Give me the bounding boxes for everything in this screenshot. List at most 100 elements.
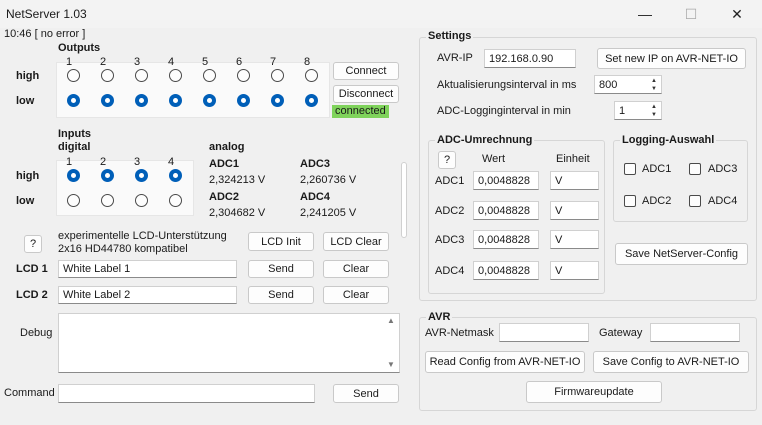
logging-heading: Logging-Auswahl <box>620 134 717 146</box>
log-adc1-label: ADC1 <box>642 163 672 175</box>
adc-log-interval-spinner[interactable]: ▲ ▼ <box>648 103 660 119</box>
outputs-high-label: high <box>16 70 40 82</box>
output-1-low-radio[interactable] <box>67 94 80 107</box>
set-ip-button[interactable]: Set new IP on AVR-NET-IO <box>597 48 746 69</box>
save-netserver-config-button[interactable]: Save NetServer-Config <box>615 243 748 265</box>
gateway-label: Gateway <box>599 327 643 339</box>
adc-row-label: ADC1 <box>435 175 465 187</box>
read-config-button[interactable]: Read Config from AVR-NET-IO <box>425 351 585 373</box>
output-number: 3 <box>134 56 141 68</box>
lcd2-input[interactable]: White Label 2 <box>58 286 237 304</box>
settings-heading: Settings <box>426 30 474 42</box>
window-title: NetServer 1.03 <box>6 7 87 21</box>
output-5-low-radio[interactable] <box>203 94 216 107</box>
outputs-low-label: low <box>16 95 35 107</box>
output-6-high-radio[interactable] <box>237 69 250 82</box>
lcd-init-button[interactable]: LCD Init <box>248 232 314 251</box>
maximize-button[interactable]: ☐ <box>668 0 714 28</box>
adc4-factor-input[interactable]: 0,0048828 <box>473 261 539 280</box>
input-number: 2 <box>100 156 107 168</box>
output-4-high-radio[interactable] <box>169 69 182 82</box>
adc4-unit-input[interactable]: V <box>550 261 599 280</box>
spin-down-icon[interactable]: ▼ <box>648 111 660 119</box>
inputs-high-label: high <box>16 170 40 182</box>
scroll-up-icon[interactable]: ▲ <box>386 316 396 326</box>
analog-value: 2,241205 V <box>300 207 357 219</box>
adc3-unit-input[interactable]: V <box>550 230 599 249</box>
output-3-low-radio[interactable] <box>135 94 148 107</box>
status-text: 10:46 [ no error ] <box>4 28 86 40</box>
lcd1-clear-button[interactable]: Clear <box>323 260 389 278</box>
spin-up-icon[interactable]: ▲ <box>648 103 660 111</box>
spin-down-icon[interactable]: ▼ <box>648 85 660 93</box>
avr-netmask-input[interactable] <box>499 323 589 342</box>
input-number: 3 <box>134 156 141 168</box>
input-1-low-radio <box>67 194 80 207</box>
output-7-low-radio[interactable] <box>271 94 284 107</box>
update-interval-spinner[interactable]: ▲ ▼ <box>648 77 660 93</box>
lcd2-send-button[interactable]: Send <box>248 286 314 304</box>
lcd-info-line1: experimentelle LCD-Unterstützung <box>58 230 227 242</box>
minimize-icon: — <box>638 6 652 22</box>
output-2-high-radio[interactable] <box>101 69 114 82</box>
adc-log-interval-input[interactable]: 1 ▲ ▼ <box>614 101 662 120</box>
adc-log-interval-value: 1 <box>619 104 626 117</box>
adc-row-label: ADC2 <box>435 205 465 217</box>
output-number: 6 <box>236 56 243 68</box>
connect-button[interactable]: Connect <box>333 62 399 80</box>
input-3-high-radio <box>135 169 148 182</box>
update-interval-input[interactable]: 800 ▲ ▼ <box>594 75 662 94</box>
analog-label: ADC1 <box>209 158 239 170</box>
log-adc2-checkbox[interactable] <box>624 195 636 207</box>
input-1-high-radio <box>67 169 80 182</box>
spin-up-icon[interactable]: ▲ <box>648 77 660 85</box>
output-2-low-radio[interactable] <box>101 94 114 107</box>
debug-scrollbar[interactable]: ▲ ▼ <box>386 316 396 370</box>
close-button[interactable]: ✕ <box>714 0 760 28</box>
adc3-factor-input[interactable]: 0,0048828 <box>473 230 539 249</box>
lcd-help-button[interactable]: ? <box>24 235 42 253</box>
lcd-info-line2: 2x16 HD44780 kompatibel <box>58 243 188 255</box>
lcd2-clear-button[interactable]: Clear <box>323 286 389 304</box>
save-config-button[interactable]: Save Config to AVR-NET-IO <box>593 351 749 373</box>
adc-conversion-heading: ADC-Umrechnung <box>435 134 535 146</box>
adc2-unit-input[interactable]: V <box>550 201 599 220</box>
output-8-low-radio[interactable] <box>305 94 318 107</box>
lcd-clear-all-button[interactable]: LCD Clear <box>323 232 389 251</box>
analog-label: ADC2 <box>209 191 239 203</box>
avr-netmask-label: AVR-Netmask <box>425 327 494 339</box>
disconnect-button[interactable]: Disconnect <box>333 85 399 103</box>
outputs-area <box>56 62 330 118</box>
output-8-high-radio[interactable] <box>305 69 318 82</box>
scroll-down-icon[interactable]: ▼ <box>386 360 396 370</box>
analog-scrollbar[interactable] <box>401 162 407 238</box>
lcd1-send-button[interactable]: Send <box>248 260 314 278</box>
adc1-unit-input[interactable]: V <box>550 171 599 190</box>
input-4-low-radio <box>169 194 182 207</box>
output-number: 7 <box>270 56 277 68</box>
output-number: 1 <box>66 56 73 68</box>
output-5-high-radio[interactable] <box>203 69 216 82</box>
log-adc1-checkbox[interactable] <box>624 163 636 175</box>
inputs-heading: Inputs <box>58 128 91 140</box>
command-send-button[interactable]: Send <box>333 384 399 403</box>
output-6-low-radio[interactable] <box>237 94 250 107</box>
log-adc4-checkbox[interactable] <box>689 195 701 207</box>
lcd1-input[interactable]: White Label 1 <box>58 260 237 278</box>
firmware-update-button[interactable]: Firmwareupdate <box>526 381 662 403</box>
avr-ip-input[interactable]: 192.168.0.90 <box>484 49 576 68</box>
adc2-factor-input[interactable]: 0,0048828 <box>473 201 539 220</box>
output-7-high-radio[interactable] <box>271 69 284 82</box>
inputs-low-label: low <box>16 195 35 207</box>
minimize-button[interactable]: — <box>622 0 668 28</box>
log-adc3-checkbox[interactable] <box>689 163 701 175</box>
output-3-high-radio[interactable] <box>135 69 148 82</box>
command-input[interactable] <box>58 384 315 403</box>
output-1-high-radio[interactable] <box>67 69 80 82</box>
adc-help-button[interactable]: ? <box>438 151 456 169</box>
adc1-factor-input[interactable]: 0,0048828 <box>473 171 539 190</box>
debug-textarea[interactable] <box>58 313 400 373</box>
gateway-input[interactable] <box>650 323 740 342</box>
adc-col-value-header: Wert <box>482 153 506 165</box>
output-4-low-radio[interactable] <box>169 94 182 107</box>
